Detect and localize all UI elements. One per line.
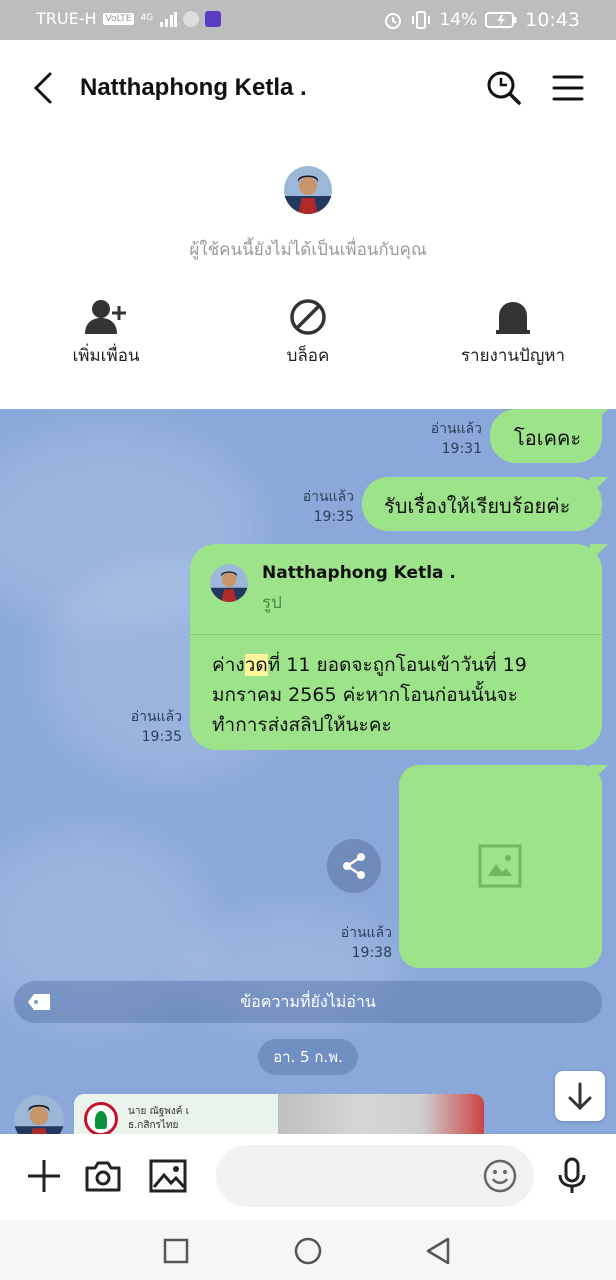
share-button[interactable] — [327, 839, 381, 893]
home-icon[interactable] — [293, 1236, 323, 1266]
report-label: รายงานปัญหา — [460, 346, 566, 366]
slip-name-text: นาย ณัฐพงค์ เ — [128, 1106, 190, 1117]
text-line: มกราคม 2565 ค่ะหากโอนก่อนนั้นจะ — [212, 684, 519, 706]
search-icon[interactable] — [484, 68, 524, 108]
slip-bank-text: ธ.กสิกรไทย — [128, 1120, 179, 1131]
message-text: ค่างวดที่ 11 ยอดจะถูกโอนเข้าวันที่ 19 มก… — [212, 650, 527, 740]
message-text: โอเคคะ — [514, 426, 582, 450]
bubble-tail — [590, 477, 608, 495]
scroll-to-bottom-button[interactable] — [555, 1071, 605, 1121]
nav-back-icon[interactable] — [424, 1236, 452, 1266]
battery-percent: 14% — [439, 10, 478, 30]
block-icon — [290, 299, 326, 335]
signal-icon — [160, 11, 178, 27]
text-line: ทำการส่งสลิปให้นะคะ — [212, 714, 392, 736]
message-text: รับเรื่องให้เรียบร้อยค่ะ — [384, 494, 571, 518]
chat-title: Natthaphong Ketla . — [80, 74, 307, 101]
reply-divider — [190, 634, 602, 635]
recent-apps-icon[interactable] — [163, 1238, 189, 1264]
tag-icon — [28, 994, 50, 1010]
reply-to-name: Natthaphong Ketla . — [262, 563, 456, 583]
text-segment: ค่าง — [212, 654, 245, 676]
image-placeholder-icon — [478, 844, 522, 888]
message-input[interactable] — [216, 1145, 534, 1207]
block-button[interactable]: บล็อค — [218, 298, 398, 369]
gallery-icon[interactable] — [148, 1156, 188, 1196]
chat-area[interactable]: อ่านแล้ว 19:31 โอเคคะ อ่านแล้ว 19:35 รับ… — [0, 409, 616, 1134]
read-status: อ่านแล้ว — [130, 709, 182, 725]
message-meta: อ่านแล้ว 19:38 — [310, 923, 392, 963]
message-bubble[interactable]: รับเรื่องให้เรียบร้อยค่ะ — [362, 477, 608, 531]
message-input-bar — [0, 1134, 616, 1220]
chat-header: Natthaphong Ketla . — [0, 40, 616, 136]
not-friend-notice: ผู้ใช้คนนี้ยังไม่ได้เป็นเพื่อนกับคุณ — [189, 240, 427, 260]
menu-icon[interactable] — [550, 68, 586, 108]
add-friend-icon — [85, 300, 126, 334]
profile-section: ผู้ใช้คนนี้ยังไม่ได้เป็นเพื่อนกับคุณ เพิ… — [0, 136, 616, 409]
battery-icon — [485, 12, 517, 28]
carrier-label: TRUE-H — [36, 9, 97, 28]
message-bubble[interactable]: โอเคคะ — [490, 409, 608, 463]
app-notification-icon — [205, 10, 222, 27]
bubble-tail — [590, 409, 608, 427]
share-icon — [343, 853, 365, 879]
add-friend-button[interactable]: เพิ่มเพื่อน — [16, 298, 196, 369]
search-highlight: วด — [244, 654, 268, 676]
image-message[interactable] — [399, 765, 608, 968]
bubble-tail — [590, 765, 608, 783]
sender-avatar[interactable] — [14, 1095, 64, 1134]
back-icon[interactable] — [28, 68, 60, 108]
read-status: อ่านแล้ว — [430, 421, 482, 437]
microphone-icon[interactable] — [552, 1156, 592, 1196]
bubble-tail — [590, 544, 608, 562]
message-meta: อ่านแล้ว 19:35 — [270, 487, 354, 527]
transfer-slip-image[interactable]: นาย ณัฐพงค์ เ ธ.กสิกรไทย — [74, 1094, 278, 1134]
camera-icon[interactable] — [83, 1156, 123, 1196]
text-segment: ที่ 11 ยอดจะถูกโอนเข้าวันที่ 19 — [267, 654, 527, 676]
line-notification-icon — [183, 10, 200, 27]
transfer-slip-image-2[interactable] — [278, 1094, 484, 1134]
add-friend-label: เพิ่มเพื่อน — [72, 346, 140, 366]
plus-icon[interactable] — [24, 1156, 64, 1196]
message-meta: อ่านแล้ว 19:35 — [100, 707, 182, 747]
network-type: 4G — [140, 13, 154, 23]
date-separator: อา. 5 ก.พ. — [258, 1039, 358, 1075]
read-status: อ่านแล้ว — [340, 925, 392, 941]
reply-message-bubble[interactable]: Natthaphong Ketla . รูป ค่างวดที่ 11 ยอด… — [190, 544, 608, 750]
alarm-icon — [385, 13, 402, 29]
block-label: บล็อค — [286, 346, 330, 366]
message-time: 19:31 — [441, 441, 482, 457]
system-nav-bar — [0, 1220, 616, 1280]
message-meta: อ่านแล้ว 19:31 — [400, 419, 482, 459]
reply-avatar — [210, 564, 248, 602]
clock: 10:43 — [525, 9, 580, 31]
arrow-down-icon — [568, 1082, 592, 1111]
bank-logo — [84, 1102, 118, 1134]
reply-to-kind: รูป — [262, 593, 282, 613]
unread-label: ข้อความที่ยังไม่อ่าน — [240, 992, 376, 1011]
message-time: 19:38 — [351, 945, 392, 961]
volte-badge: VoLTE — [102, 12, 135, 25]
vibrate-icon — [412, 11, 431, 29]
message-time: 19:35 — [313, 509, 354, 525]
profile-avatar[interactable] — [284, 166, 332, 214]
report-button[interactable]: รายงานปัญหา — [423, 298, 603, 369]
report-icon — [496, 302, 530, 334]
read-status: อ่านแล้ว — [302, 489, 354, 505]
message-time: 19:35 — [141, 729, 182, 745]
status-bar: TRUE-H VoLTE 4G 14% 10:43 — [0, 0, 616, 40]
emoji-icon[interactable] — [482, 1158, 518, 1194]
unread-messages-divider: ข้อความที่ยังไม่อ่าน — [14, 981, 602, 1023]
